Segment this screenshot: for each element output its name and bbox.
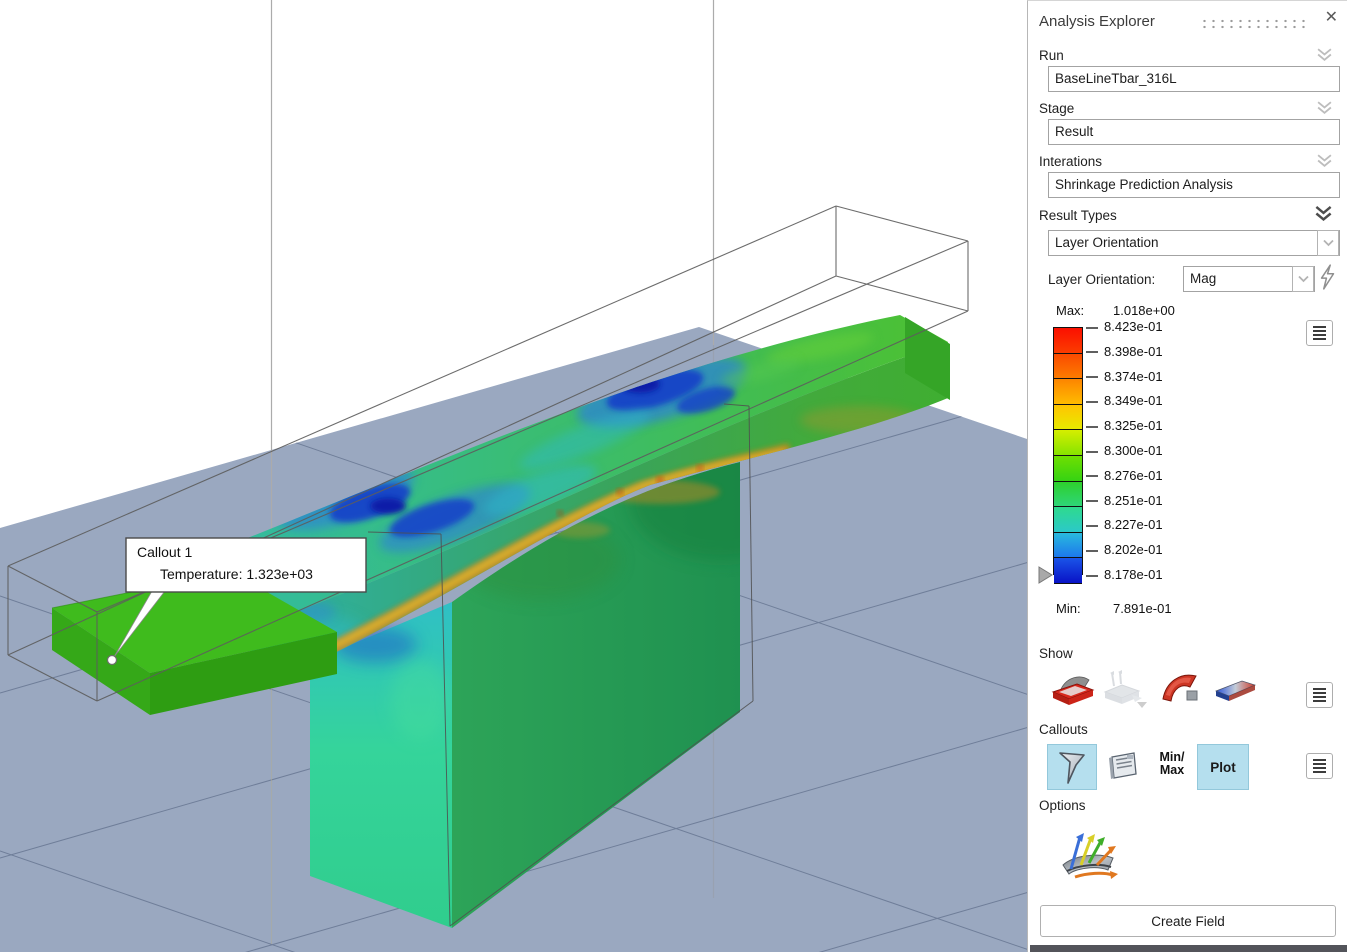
legend-min-value: 7.891e-01 xyxy=(1113,601,1172,616)
legend-max-value: 1.018e+00 xyxy=(1113,303,1175,318)
legend-tick: 8.276e-01 xyxy=(1086,468,1163,483)
run-label: Run xyxy=(1039,48,1064,63)
component-dropdown-icon[interactable] xyxy=(1292,266,1314,292)
legend-range-slider-icon[interactable] xyxy=(1037,565,1054,585)
analysis-explorer-panel: Analysis Explorer ✕ Run BaseLineTbar_316… xyxy=(1027,0,1347,952)
callout-report-icon[interactable] xyxy=(1107,749,1141,783)
result-types-select[interactable]: Layer Orientation xyxy=(1048,230,1340,256)
legend-min-label: Min: xyxy=(1056,601,1081,616)
legend-color-segment xyxy=(1054,507,1082,533)
result-types-value: Layer Orientation xyxy=(1055,235,1159,250)
result-types-label: Result Types xyxy=(1039,208,1117,223)
callout-plot-button[interactable]: Plot xyxy=(1197,744,1249,790)
show-part-icon[interactable] xyxy=(1051,669,1095,709)
result-types-dropdown-icon[interactable] xyxy=(1317,230,1339,256)
stage-label: Stage xyxy=(1039,101,1074,116)
legend-tick: 8.398e-01 xyxy=(1086,344,1163,359)
legend-tick: 8.227e-01 xyxy=(1086,517,1163,532)
refresh-lightning-icon[interactable] xyxy=(1318,264,1336,290)
show-contour-bar-icon[interactable] xyxy=(1212,671,1258,707)
iterations-input[interactable]: Shrinkage Prediction Analysis xyxy=(1048,172,1340,198)
legend-tick: 8.251e-01 xyxy=(1086,493,1163,508)
close-icon[interactable]: ✕ xyxy=(1325,8,1338,28)
legend-max-label: Max: xyxy=(1056,303,1084,318)
legend-color-segment xyxy=(1054,379,1082,405)
application-window: Callout 1 Temperature: 1.323e+03 Analysi… xyxy=(0,0,1347,952)
legend-tick: 8.374e-01 xyxy=(1086,369,1163,384)
collapse-result-types-chevron-icon[interactable] xyxy=(1314,205,1333,222)
options-label: Options xyxy=(1039,798,1086,813)
legend-color-segment xyxy=(1054,430,1082,456)
drag-handle[interactable] xyxy=(1200,18,1308,29)
legend-color-segment xyxy=(1054,533,1082,559)
collapse-stage-chevron-icon[interactable] xyxy=(1316,100,1333,115)
callout-title: Callout 1 xyxy=(137,544,192,560)
legend-color-segment xyxy=(1054,456,1082,482)
show-machine-dropdown-icon[interactable] xyxy=(1136,701,1148,709)
legend-tick: 8.325e-01 xyxy=(1086,418,1163,433)
legend-color-segment xyxy=(1054,482,1082,508)
stage-input[interactable]: Result xyxy=(1048,119,1340,145)
component-value: Mag xyxy=(1190,271,1216,286)
collapse-run-chevron-icon[interactable] xyxy=(1316,47,1333,62)
run-input[interactable]: BaseLineTbar_316L xyxy=(1048,66,1340,92)
legend-tick: 8.300e-01 xyxy=(1086,443,1163,458)
callout-probe-button[interactable] xyxy=(1047,744,1097,790)
legend-tick: 8.202e-01 xyxy=(1086,542,1163,557)
callout-minmax-button[interactable]: Min/ Max xyxy=(1156,751,1188,777)
options-vectors-icon[interactable] xyxy=(1055,825,1119,885)
legend-color-segment xyxy=(1054,328,1082,354)
legend-tick: 8.178e-01 xyxy=(1086,567,1163,582)
panel-title: Analysis Explorer xyxy=(1039,13,1155,30)
plot-label: Plot xyxy=(1210,760,1236,775)
component-label: Layer Orientation: xyxy=(1048,272,1155,287)
callouts-menu-button[interactable] xyxy=(1306,753,1333,779)
callouts-label: Callouts xyxy=(1039,722,1088,737)
window-bottom-edge xyxy=(1030,945,1347,952)
legend-color-segment xyxy=(1054,558,1082,584)
callout-value: Temperature: 1.323e+03 xyxy=(160,566,313,582)
iterations-label: Interations xyxy=(1039,154,1102,169)
show-label: Show xyxy=(1039,646,1073,661)
legend-menu-button[interactable] xyxy=(1306,320,1333,346)
legend-tick: 8.423e-01 xyxy=(1086,319,1163,334)
legend-color-segment xyxy=(1054,354,1082,380)
show-deformed-part-icon[interactable] xyxy=(1158,667,1202,709)
show-menu-button[interactable] xyxy=(1306,682,1333,708)
component-select[interactable]: Mag xyxy=(1183,266,1315,292)
create-field-button[interactable]: Create Field xyxy=(1040,905,1336,937)
legend-color-segment xyxy=(1054,405,1082,431)
collapse-iterations-chevron-icon[interactable] xyxy=(1316,153,1333,168)
legend-tick: 8.349e-01 xyxy=(1086,393,1163,408)
minmax-line2: Max xyxy=(1156,764,1188,777)
legend-colorbar xyxy=(1053,327,1083,575)
